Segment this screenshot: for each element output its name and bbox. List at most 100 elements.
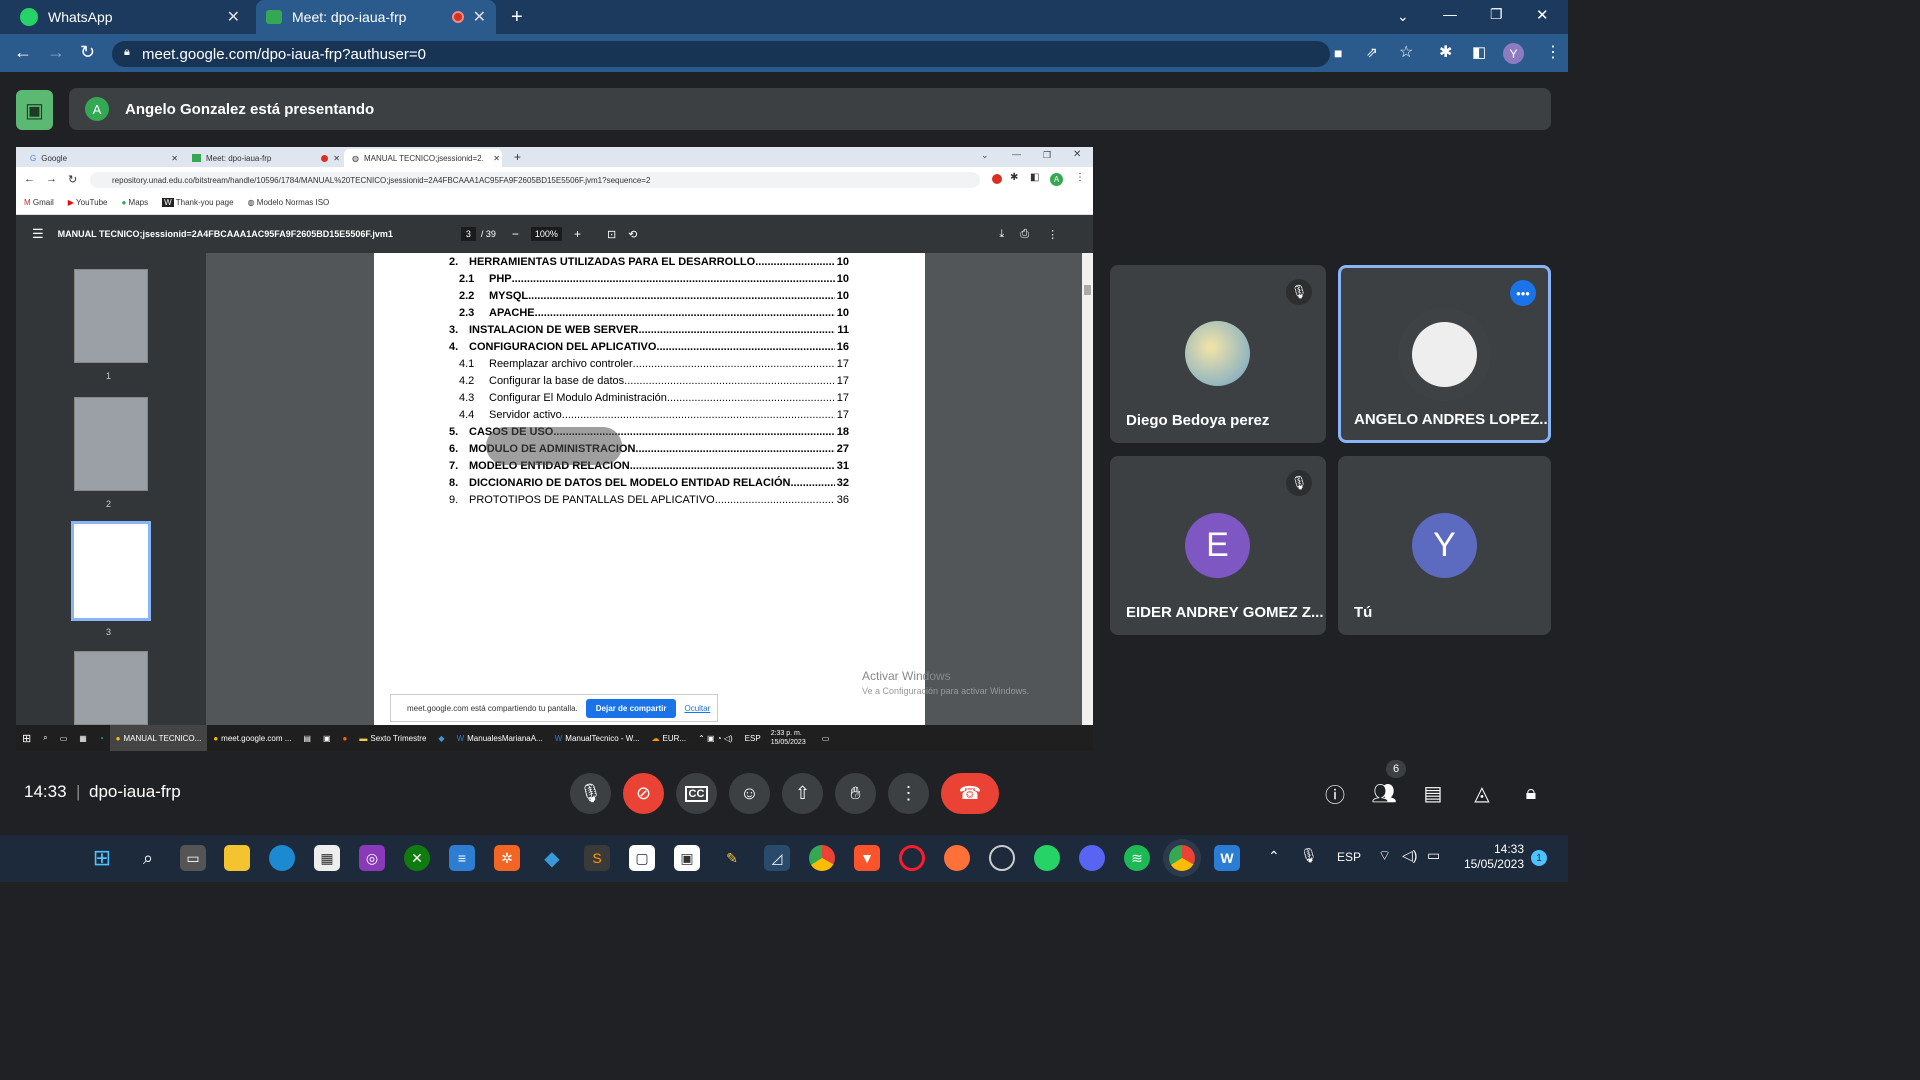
toc-page: 17 xyxy=(836,358,849,370)
camera-off-button[interactable]: ⊘ xyxy=(623,773,664,814)
microphone-button[interactable]: 🎙︎ xyxy=(570,773,611,814)
captions-button[interactable]: CC xyxy=(676,773,717,814)
window-close-icon: ✕ xyxy=(1073,149,1082,160)
edge-icon[interactable] xyxy=(269,845,295,871)
taskbar-item: ● meet.google.com ... xyxy=(207,725,297,751)
url-bar[interactable]: 🔒︎ meet.google.com/dpo-iaua-frp?authuser… xyxy=(112,41,1330,67)
toc-number: 2.1 xyxy=(459,273,475,285)
raise-hand-button[interactable]: ✋︎ xyxy=(835,773,876,814)
chat-button[interactable]: ▤ xyxy=(1418,778,1448,808)
menu-dots-icon: ⋮ xyxy=(1075,172,1085,183)
store-icon[interactable]: ▦ xyxy=(314,845,340,871)
close-icon[interactable]: ✕ xyxy=(227,7,240,27)
word-icon[interactable]: W xyxy=(1214,845,1240,871)
toc-number: 2.3 xyxy=(459,307,475,319)
info-button[interactable]: ⓘ xyxy=(1320,778,1350,808)
toc-number: 9. xyxy=(449,494,459,506)
extensions-icon[interactable]: ✱ xyxy=(1439,42,1452,62)
presentation-layout-icon[interactable]: ▣ xyxy=(16,90,53,130)
star-icon[interactable]: ☆ xyxy=(1399,42,1413,62)
close-icon[interactable]: ✕ xyxy=(473,7,486,27)
discord-icon[interactable] xyxy=(1079,845,1105,871)
sidepanel-icon[interactable]: ◧ xyxy=(1472,43,1486,61)
toc-text: DICCIONARIO DE DATOS DEL MODELO ENTIDAD … xyxy=(469,477,791,489)
back-arrow-icon[interactable]: ← xyxy=(14,42,32,63)
host-controls-button[interactable]: 🔒︎ xyxy=(1516,778,1546,808)
minimize-icon[interactable]: — xyxy=(1443,6,1457,22)
toc-text: MYSQL xyxy=(489,290,529,302)
toc-page: 36 xyxy=(836,494,849,506)
more-options-icon[interactable]: ••• xyxy=(1510,280,1536,306)
app-icon[interactable]: ▣ xyxy=(674,845,700,871)
toc-entry: 3. INSTALACION DE WEB SERVER ............… xyxy=(449,324,849,336)
toc-dots: ........................................… xyxy=(635,443,835,455)
participant-tile-self[interactable]: Y Tú xyxy=(1338,456,1551,635)
toc-entry: 4.4 Servidor activo .....................… xyxy=(459,409,849,421)
xampp-icon[interactable]: ✲ xyxy=(494,845,520,871)
edge-icon: ◔ xyxy=(98,733,104,743)
windows-start-icon[interactable]: ⊞ xyxy=(89,845,115,871)
chrome-profile-icon[interactable] xyxy=(1169,845,1195,871)
wifi-icon[interactable]: ⌔ xyxy=(1378,847,1391,865)
window-close-icon[interactable]: ✕ xyxy=(1536,6,1549,24)
participant-tile-active[interactable]: ••• ANGELO ANDRES LOPEZ... xyxy=(1338,265,1551,443)
minimize-icon: — xyxy=(1012,149,1021,159)
sublime-icon[interactable]: S xyxy=(584,845,610,871)
language-indicator[interactable]: ESP xyxy=(1337,850,1361,864)
microphone-tray-icon[interactable]: 🎙︎ xyxy=(1300,847,1318,864)
restore-icon[interactable]: ❐ xyxy=(1490,6,1503,23)
app-icon[interactable]: ◎ xyxy=(359,845,385,871)
toc-text: PROTOTIPOS DE PANTALLAS DEL APLICATIVO xyxy=(469,494,715,506)
tab-whatsapp[interactable]: WhatsApp ✕ xyxy=(10,0,250,34)
chrome-icon[interactable] xyxy=(809,845,835,871)
system-clock[interactable]: 14:33 15/05/2023 xyxy=(1460,842,1524,872)
toc-entry: 4. CONFIGURACION DEL APLICATIVO .........… xyxy=(449,341,849,353)
more-options-button[interactable]: ⋮ xyxy=(888,773,929,814)
fit-page-icon: ⊡ xyxy=(606,228,617,241)
scrollbar xyxy=(1082,253,1093,725)
toc-text: Reemplazar archivo controler xyxy=(489,358,633,370)
chevron-down-icon[interactable]: ⌄ xyxy=(1397,8,1409,25)
volume-icon[interactable]: ◁) xyxy=(1402,847,1417,864)
zoom-in-icon: + xyxy=(573,227,581,241)
forward-arrow-icon[interactable]: → xyxy=(47,42,65,63)
search-icon[interactable]: ⌕ xyxy=(135,845,161,871)
brave-icon[interactable]: ▼ xyxy=(854,845,880,871)
workbench-icon[interactable]: ◿ xyxy=(764,845,790,871)
leave-call-button[interactable]: ☎︎ xyxy=(941,773,999,814)
print-icon: ⎙ xyxy=(1020,227,1030,240)
xbox-icon[interactable]: ✕ xyxy=(404,845,430,871)
spotify-icon[interactable]: ≋ xyxy=(1124,845,1150,871)
participant-tile[interactable]: 🎙︎ Diego Bedoya perez xyxy=(1110,265,1326,443)
reload-icon[interactable]: ↻ xyxy=(80,42,95,63)
activities-button[interactable]: ◬ xyxy=(1467,778,1497,808)
participant-tile[interactable]: 🎙︎ E EIDER ANDREY GOMEZ Z... xyxy=(1110,456,1326,635)
notepad-icon[interactable]: ≡ xyxy=(449,845,475,871)
toc-page: 17 xyxy=(836,409,849,421)
present-button[interactable]: ⇧ xyxy=(782,773,823,814)
obs-icon[interactable] xyxy=(989,845,1015,871)
taskview-icon[interactable]: ▭ xyxy=(180,845,206,871)
reactions-button[interactable]: ☺ xyxy=(729,773,770,814)
people-button[interactable]: 👥︎ xyxy=(1369,778,1399,808)
shared-screen: G Google ✕ Meet: dpo-iaua-frp ✕ ◍ MANUAL… xyxy=(16,147,1093,751)
tab-meet[interactable]: Meet: dpo-iaua-frp ✕ xyxy=(256,0,496,34)
battery-icon[interactable]: ▭ xyxy=(1427,847,1440,864)
opera-icon[interactable] xyxy=(899,845,925,871)
page-thumbnail xyxy=(74,269,148,363)
app-icon[interactable]: ▢ xyxy=(629,845,655,871)
tools-icon[interactable]: ✎ xyxy=(719,845,745,871)
vscode-icon[interactable]: ◆ xyxy=(539,845,565,871)
camera-icon[interactable]: ■ xyxy=(1334,45,1342,61)
bookmark-youtube: ▶ YouTube xyxy=(68,198,108,207)
share-icon[interactable]: ⇗ xyxy=(1366,44,1378,61)
new-tab-button[interactable]: + xyxy=(511,6,523,29)
notification-badge[interactable]: 1 xyxy=(1531,850,1547,866)
whatsapp-icon[interactable] xyxy=(1034,845,1060,871)
participant-count-badge: 6 xyxy=(1386,760,1406,778)
profile-avatar[interactable]: Y xyxy=(1503,43,1524,64)
file-explorer-icon[interactable] xyxy=(224,845,250,871)
firefox-icon[interactable] xyxy=(944,845,970,871)
tray-chevron-icon[interactable]: ⌃ xyxy=(1268,848,1280,865)
menu-dots-icon[interactable]: ⋮ xyxy=(1545,42,1561,62)
